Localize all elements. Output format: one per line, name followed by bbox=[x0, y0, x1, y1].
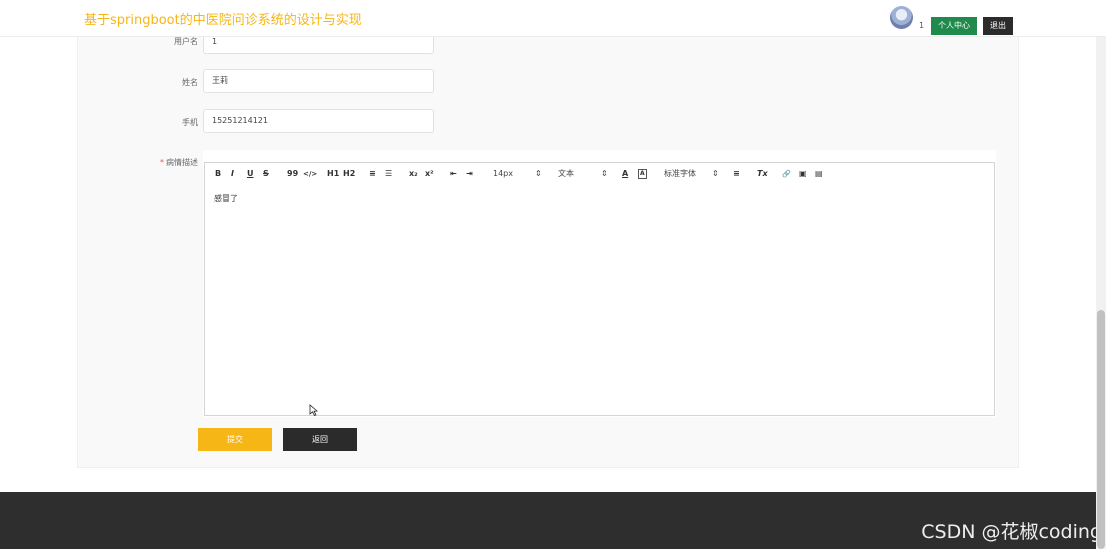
italic-icon[interactable]: I bbox=[231, 169, 234, 179]
submit-button[interactable]: 提交 bbox=[198, 428, 272, 451]
chevron-updown-icon: ⇕ bbox=[535, 169, 542, 178]
strike-icon[interactable]: S bbox=[263, 169, 269, 179]
superscript-icon[interactable]: x² bbox=[425, 169, 434, 179]
rich-text-editor: B I U S 99 </> H1 H2 ≡ ☰ x₂ x² ⇤ ⇥ 14px … bbox=[203, 150, 996, 417]
chevron-updown-icon: ⇕ bbox=[601, 169, 608, 178]
name-label: 姓名 bbox=[182, 78, 198, 87]
back-button[interactable]: 返回 bbox=[283, 428, 357, 451]
subscript-icon[interactable]: x₂ bbox=[409, 169, 418, 179]
editor-toolbar: B I U S 99 </> H1 H2 ≡ ☰ x₂ x² ⇤ ⇥ 14px … bbox=[204, 162, 995, 186]
quote-icon[interactable]: 99 bbox=[287, 169, 298, 179]
chevron-updown-icon: ⇕ bbox=[712, 169, 719, 178]
phone-label: 手机 bbox=[182, 118, 198, 127]
phone-field[interactable]: 15251214121 bbox=[203, 109, 434, 133]
clear-format-icon[interactable]: Tx bbox=[757, 169, 768, 179]
font-size-select[interactable]: 14px bbox=[493, 169, 513, 179]
background-color-icon[interactable]: A bbox=[638, 169, 647, 179]
link-icon[interactable]: 🔗 bbox=[782, 169, 791, 179]
description-label-text: 病情描述 bbox=[166, 158, 198, 167]
image-icon[interactable]: ▣ bbox=[799, 169, 807, 179]
underline-icon[interactable]: U bbox=[247, 169, 254, 179]
editor-top-space bbox=[203, 150, 996, 162]
site-title[interactable]: 基于springboot的中医院问诊系统的设计与实现 bbox=[84, 9, 362, 28]
user-number: 1 bbox=[919, 21, 925, 30]
username-label: 用户名 bbox=[174, 37, 198, 46]
mouse-cursor-icon bbox=[309, 404, 318, 416]
editor-content-area[interactable]: 感冒了 bbox=[204, 185, 995, 416]
bullet-list-icon[interactable]: ☰ bbox=[385, 169, 392, 179]
required-mark: * bbox=[160, 158, 164, 167]
code-icon[interactable]: </> bbox=[303, 169, 317, 179]
description-label: * 病情描述 bbox=[138, 157, 198, 168]
video-icon[interactable]: ▤ bbox=[815, 169, 823, 179]
bold-icon[interactable]: B bbox=[215, 169, 221, 179]
heading1-icon[interactable]: H1 bbox=[327, 169, 339, 179]
align-icon[interactable]: ≡ bbox=[733, 169, 740, 179]
user-avatar[interactable] bbox=[890, 6, 913, 29]
top-header: 基于springboot的中医院问诊系统的设计与实现 1 个人中心 退出 bbox=[0, 0, 1106, 37]
name-field[interactable]: 王莉 bbox=[203, 69, 434, 93]
heading2-icon[interactable]: H2 bbox=[343, 169, 355, 179]
ordered-list-icon[interactable]: ≡ bbox=[369, 169, 376, 179]
description-content: 感冒了 bbox=[214, 194, 238, 203]
scrollbar-thumb[interactable] bbox=[1097, 310, 1105, 549]
logout-button[interactable]: 退出 bbox=[983, 17, 1013, 35]
font-family-select[interactable]: 标准字体 bbox=[664, 169, 696, 179]
text-style-select[interactable]: 文本 bbox=[558, 169, 574, 179]
outdent-icon[interactable]: ⇤ bbox=[450, 169, 457, 179]
indent-icon[interactable]: ⇥ bbox=[466, 169, 473, 179]
font-color-icon[interactable]: A bbox=[622, 169, 628, 179]
personal-center-button[interactable]: 个人中心 bbox=[931, 17, 977, 35]
csdn-watermark: CSDN @花椒coding bbox=[921, 521, 1102, 543]
